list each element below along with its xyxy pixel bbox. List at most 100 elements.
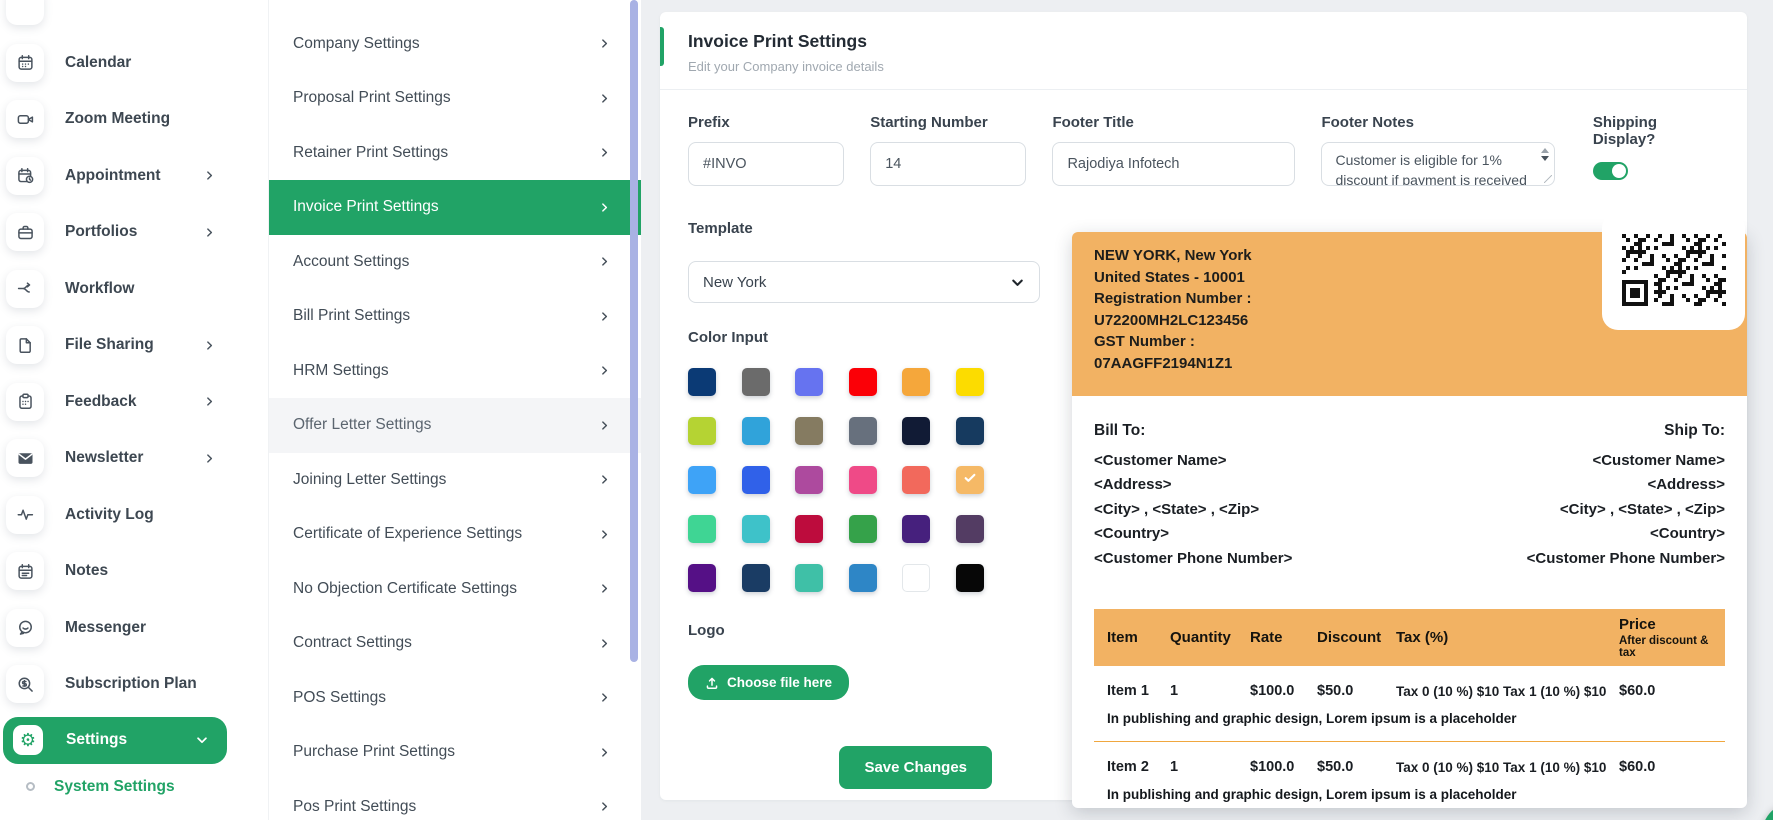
footer-notes-textarea[interactable]: Customer is eligible for 1% discount if … xyxy=(1321,142,1554,186)
submenu-item-retainer-print-settings[interactable]: Retainer Print Settings xyxy=(269,126,641,181)
sidebar-item-label: Workflow xyxy=(65,280,134,298)
template-select[interactable]: New York xyxy=(688,261,1040,303)
color-swatch-3fc0a7[interactable] xyxy=(795,564,823,592)
starting-number-input[interactable] xyxy=(870,142,1026,186)
column-header-price: PriceAfter discount & tax xyxy=(1606,616,1725,659)
party-line: <Address> xyxy=(1094,473,1292,497)
submenu-item-pos-settings[interactable]: POS Settings xyxy=(269,671,641,726)
color-swatch-533c63[interactable] xyxy=(956,515,984,543)
sidebar-item-messenger[interactable]: Messenger xyxy=(6,600,268,657)
color-swatch-b5d333[interactable] xyxy=(688,417,716,445)
party-line: <Customer Name> xyxy=(1094,449,1292,473)
color-swatch-111b35[interactable] xyxy=(902,417,930,445)
color-swatch-f5a73b[interactable] xyxy=(902,368,930,396)
sidebar-item-feedback[interactable]: Feedback xyxy=(6,374,268,431)
submenu-scrollbar[interactable] xyxy=(630,0,638,662)
sidebar-item-subscription-plan[interactable]: Subscription Plan xyxy=(6,656,268,713)
color-swatch-35a24a[interactable] xyxy=(849,515,877,543)
bill-to-title: Bill To: xyxy=(1094,422,1292,440)
cell-tax: Tax 0 (10 %) $10 Tax 1 (10 %) $10 xyxy=(1383,760,1606,775)
sidebar-item-newsletter[interactable]: Newsletter xyxy=(6,430,268,487)
submenu-list: Company SettingsProposal Print SettingsR… xyxy=(269,17,641,820)
submenu-item-purchase-print-settings[interactable]: Purchase Print Settings xyxy=(269,725,641,780)
logo-label: Logo xyxy=(688,622,1040,639)
sidebar-item-label: Newsletter xyxy=(65,449,143,467)
color-swatch-551086[interactable] xyxy=(688,564,716,592)
sidebar-item-zoom-meeting[interactable]: Zoom Meeting xyxy=(6,91,268,148)
submenu-item-invoice-print-settings[interactable]: Invoice Print Settings xyxy=(269,180,641,235)
save-changes-button[interactable]: Save Changes xyxy=(839,746,992,789)
chevron-right-icon xyxy=(203,395,216,408)
sidebar-item-activity-log[interactable]: Activity Log xyxy=(6,487,268,544)
sidebar-item-label: File Sharing xyxy=(65,336,154,354)
color-swatch-f2695c[interactable] xyxy=(902,466,930,494)
chevron-right-icon xyxy=(598,146,611,159)
submenu-item-hrm-settings[interactable]: HRM Settings xyxy=(269,344,641,399)
color-swatch-0b3a75[interactable] xyxy=(688,368,716,396)
color-swatch-070707[interactable] xyxy=(956,564,984,592)
color-swatch-ad4a9e[interactable] xyxy=(795,466,823,494)
submenu-item-certificate-of-experience-settings[interactable]: Certificate of Experience Settings xyxy=(269,507,641,562)
toggle-knob xyxy=(1612,164,1626,178)
color-swatch-857b61[interactable] xyxy=(795,417,823,445)
scroll-up-icon[interactable] xyxy=(1541,148,1549,153)
color-swatch-3061e9[interactable] xyxy=(742,466,770,494)
sidebar-item-file-sharing[interactable]: File Sharing xyxy=(6,317,268,374)
sidebar-item-settings[interactable]: ⚙ Settings xyxy=(3,717,227,764)
choose-file-button[interactable]: Choose file here xyxy=(688,665,849,700)
footer-title-input[interactable] xyxy=(1052,142,1295,186)
sidebar-item-portfolios[interactable]: Portfolios xyxy=(6,204,268,261)
settings-form-row: Prefix Starting Number Footer Title Foot… xyxy=(660,90,1747,190)
color-swatch-163a5f[interactable] xyxy=(956,417,984,445)
sidebar-item-calendar[interactable]: Calendar xyxy=(6,35,268,92)
sidebar-item-notes[interactable]: Notes xyxy=(6,543,268,600)
submenu-item-proposal-print-settings[interactable]: Proposal Print Settings xyxy=(269,71,641,126)
color-swatch-46207d[interactable] xyxy=(902,515,930,543)
sidebar-item-system-settings[interactable]: System Settings xyxy=(6,778,268,796)
color-swatch-6b6b6b[interactable] xyxy=(742,368,770,396)
invoice-parties: Bill To: <Customer Name><Address><City> … xyxy=(1072,396,1747,571)
color-swatch-67707d[interactable] xyxy=(849,417,877,445)
chevron-right-icon xyxy=(598,201,611,214)
submenu-item-clipped[interactable]: System Settings xyxy=(269,0,641,17)
color-swatch-6673f0[interactable] xyxy=(795,368,823,396)
chat-bubble-icon xyxy=(6,609,44,647)
bill-to-block: Bill To: <Customer Name><Address><City> … xyxy=(1094,422,1292,571)
party-line: <Country> xyxy=(1527,522,1725,546)
submenu-item-joining-letter-settings[interactable]: Joining Letter Settings xyxy=(269,453,641,508)
sidebar-item-workflow[interactable]: Workflow xyxy=(6,261,268,318)
sidebar-item-appointment[interactable]: Appointment xyxy=(6,148,268,205)
color-swatch-fcdc00[interactable] xyxy=(956,368,984,396)
submenu-item-contract-settings[interactable]: Contract Settings xyxy=(269,616,641,671)
shipping-display-toggle[interactable] xyxy=(1593,162,1628,180)
color-swatch-3fd594[interactable] xyxy=(688,515,716,543)
submenu-item-bill-print-settings[interactable]: Bill Print Settings xyxy=(269,289,641,344)
invoice-address-line: U72200MH2LC123456 xyxy=(1094,310,1587,332)
color-swatch-ef4a87[interactable] xyxy=(849,466,877,494)
color-swatch-fb0007[interactable] xyxy=(849,368,877,396)
color-swatch-bd0c3d[interactable] xyxy=(795,515,823,543)
resize-handle-icon[interactable] xyxy=(1544,175,1552,183)
submenu-item-offer-letter-settings[interactable]: Offer Letter Settings xyxy=(269,398,641,453)
scroll-down-icon[interactable] xyxy=(1541,156,1549,161)
color-swatch-f5b966[interactable] xyxy=(956,466,984,494)
price-subheader: After discount & tax xyxy=(1619,635,1725,659)
color-swatch-3ec2c9[interactable] xyxy=(742,515,770,543)
calendar-clock-icon xyxy=(6,157,44,195)
submenu-item-pos-print-settings[interactable]: Pos Print Settings xyxy=(269,780,641,820)
page-title: Invoice Print Settings xyxy=(688,31,1723,52)
color-swatch-3ea3f7[interactable] xyxy=(688,466,716,494)
color-swatch-ffffff[interactable] xyxy=(902,564,930,592)
pulse-icon xyxy=(6,496,44,534)
submenu-item-account-settings[interactable]: Account Settings xyxy=(269,235,641,290)
color-swatch-30a3da[interactable] xyxy=(742,417,770,445)
submenu-item-no-objection-certificate-settings[interactable]: No Objection Certificate Settings xyxy=(269,562,641,617)
color-swatch-1a3c64[interactable] xyxy=(742,564,770,592)
submenu-item-company-settings[interactable]: Company Settings xyxy=(269,17,641,72)
sidebar-item-clipped[interactable] xyxy=(6,0,268,35)
ship-to-title: Ship To: xyxy=(1527,422,1725,440)
cell-price: $60.0 xyxy=(1606,759,1725,775)
color-swatch-2e86c6[interactable] xyxy=(849,564,877,592)
sidebar-item-label: System Settings xyxy=(54,778,175,796)
prefix-input[interactable] xyxy=(688,142,844,186)
